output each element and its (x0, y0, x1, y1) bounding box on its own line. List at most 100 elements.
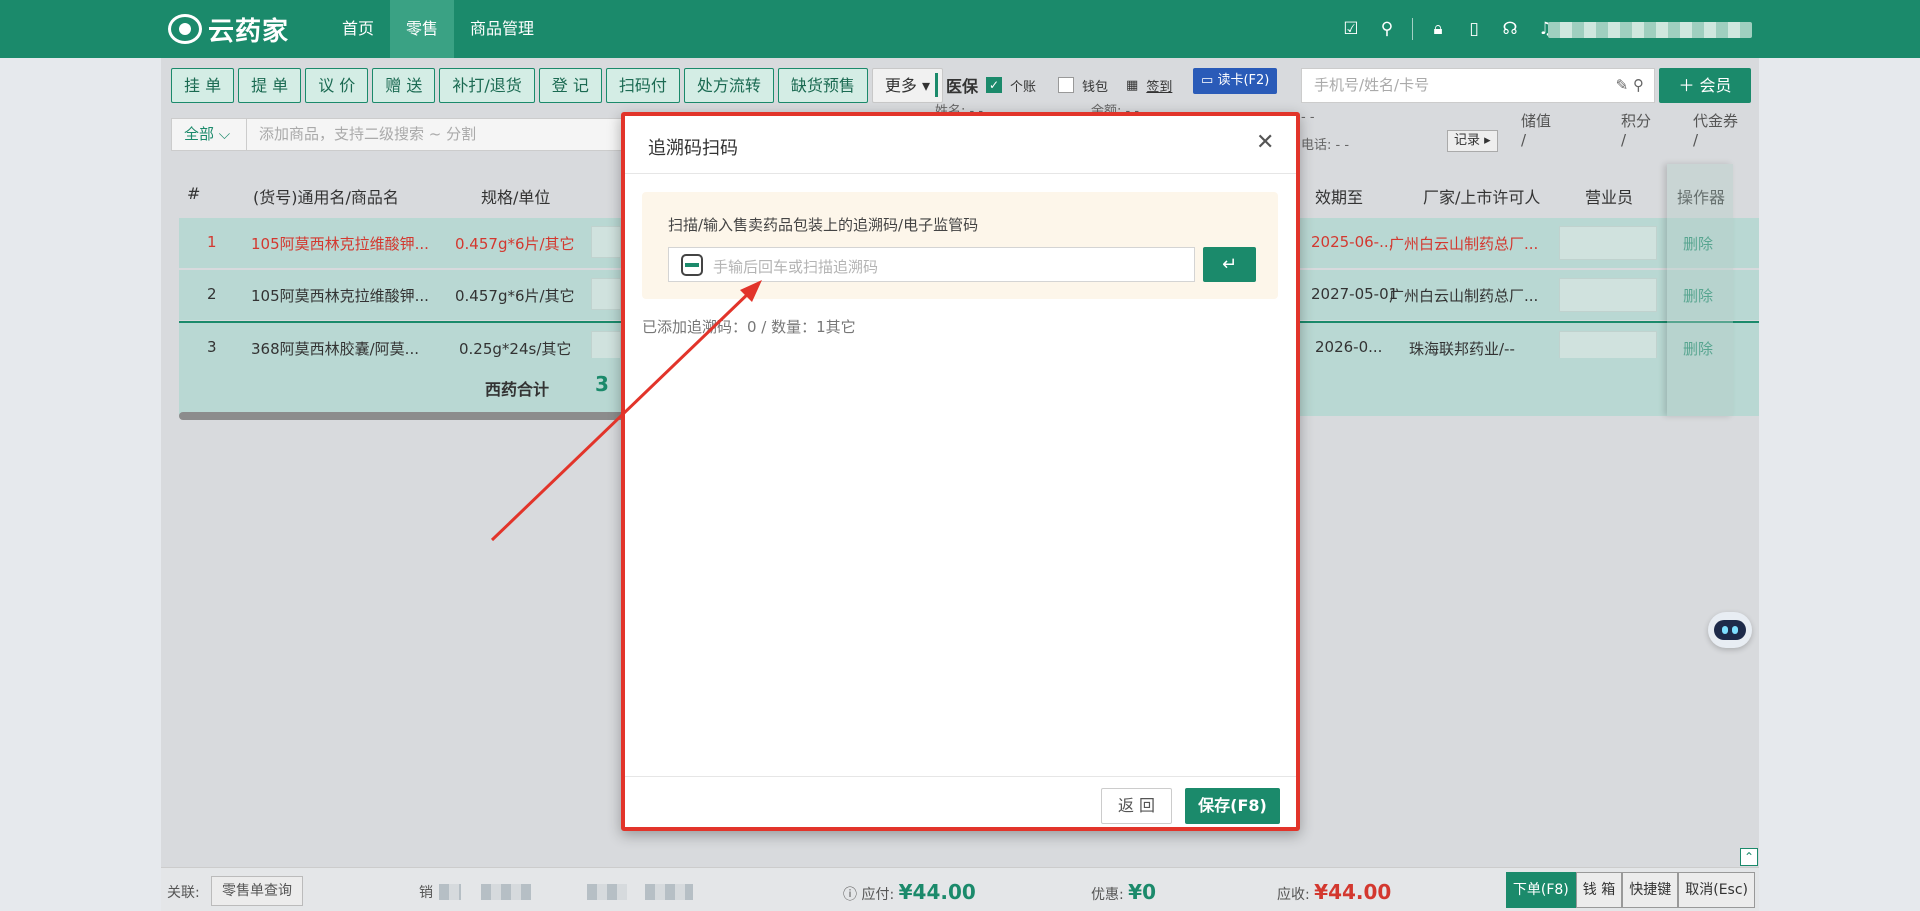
search-icon[interactable]: ⚲ (1376, 18, 1398, 40)
row-maker: 广州白云山制药总厂... (1389, 235, 1539, 253)
add-member-button[interactable]: ＋ 会员 (1659, 68, 1751, 103)
place-order-button[interactable]: 下单(F8) (1505, 872, 1576, 908)
wallet-checkbox[interactable] (1058, 77, 1075, 93)
col-no: # (187, 184, 201, 203)
record-label: 记录 (1454, 133, 1481, 148)
sign-in-link[interactable]: 签到 (1146, 76, 1172, 95)
receivable-label: 应收: (1277, 887, 1310, 903)
logo-icon (168, 14, 202, 44)
save-button[interactable]: 保存(F8) (1185, 788, 1280, 824)
prescription-transfer-button[interactable]: 处方流转 (683, 68, 774, 103)
user-info-blurred[interactable] (1548, 22, 1752, 38)
blurred-text (481, 884, 531, 900)
enter-button[interactable]: ↵ (1203, 247, 1256, 282)
row-spec: 0.457g*6片/其它 (455, 287, 575, 305)
member-search-input[interactable]: 手机号/姓名/卡号 ✎ ⚲ (1301, 68, 1655, 103)
summary-count: 3 (595, 372, 609, 396)
row-qty-field[interactable] (591, 226, 621, 258)
receivable-block: 应收: ¥44.00 (1277, 880, 1391, 904)
row-qty-field[interactable] (591, 278, 621, 310)
stored-value-value: / (1521, 131, 1527, 149)
headset-icon[interactable]: ☊ (1499, 18, 1521, 40)
id-card-icon: ▭ (1201, 73, 1214, 88)
plus-icon: ＋ (1678, 76, 1695, 95)
presale-button[interactable]: 缺货预售 (777, 68, 868, 103)
summary-label: 西药合计 (485, 380, 550, 399)
edit-search-icon[interactable]: ✎ ⚲ (1616, 69, 1644, 102)
app-logo[interactable]: 云药家 (168, 12, 289, 47)
medical-insurance-group: 医保 ✓ 个账 钱包 ▦ 签到 (935, 70, 1172, 100)
dialog-header: 追溯码扫码 ✕ (625, 116, 1296, 174)
wallet-label: 钱包 (1082, 79, 1109, 95)
col-spec: 规格/单位 (481, 188, 551, 207)
cancel-button[interactable]: 取消(Esc) (1678, 872, 1755, 908)
payable-block: ⓘ 应付: ¥44.00 (843, 880, 976, 904)
lock-icon[interactable]: 🔒︎ (1427, 18, 1449, 40)
discount-value: ¥0 (1128, 880, 1157, 904)
blurred-text (645, 884, 693, 900)
back-button[interactable]: 返 回 (1101, 788, 1172, 824)
checkbox-icon[interactable]: ☑ (1340, 18, 1362, 40)
checkout-actions: 下单(F8) 钱 箱 快捷键 取消(Esc) (1505, 872, 1755, 908)
trace-code-placeholder: 手输后回车或扫描追溯码 (713, 258, 879, 276)
add-member-label: 会员 (1699, 76, 1732, 95)
action-toolbar: 挂 单 提 单 议 价 赠 送 补打/退货 登 记 扫码付 处方流转 缺货预售 … (171, 68, 944, 103)
product-search-placeholder: 添加商品，支持二级搜索 ~ 分割 (259, 125, 477, 143)
category-select[interactable]: 全部 ⌵ (171, 118, 247, 151)
receivable-value: ¥44.00 (1314, 880, 1392, 904)
tablet-icon[interactable]: ▯ (1463, 18, 1485, 40)
more-label: 更多 (884, 76, 917, 95)
shortcut-button[interactable]: 快捷键 (1622, 872, 1679, 908)
member-search-placeholder: 手机号/姓名/卡号 (1314, 76, 1430, 94)
retrieve-order-button[interactable]: 提 单 (238, 68, 302, 103)
row-expiry: 2025-06-... (1311, 233, 1394, 251)
discount-block: 优惠: ¥0 (1091, 880, 1156, 904)
row-no: 1 (207, 233, 217, 251)
hold-order-button[interactable]: 挂 单 (171, 68, 235, 103)
trace-code-input[interactable]: 手输后回车或扫描追溯码 (668, 247, 1195, 282)
negotiate-price-button[interactable]: 议 价 (305, 68, 369, 103)
scan-hint-text: 扫描/输入售卖药品包装上的追溯码/电子监管码 (668, 216, 979, 234)
collapse-up-icon[interactable]: ⌃ (1740, 848, 1758, 866)
table-scrollbar[interactable] (179, 412, 659, 420)
operation-column-shadow (1667, 164, 1733, 416)
more-dropdown[interactable]: 更多 ▾ (871, 68, 944, 103)
dialog-title: 追溯码扫码 (648, 138, 738, 159)
points-value: / (1621, 131, 1627, 149)
product-filter-row: 全部 ⌵ 添加商品，支持二级搜索 ~ 分割 (171, 118, 627, 151)
nav-product-management[interactable]: 商品管理 (454, 0, 550, 58)
trace-code-scan-dialog: 追溯码扫码 ✕ 扫描/输入售卖药品包装上的追溯码/电子监管码 手输后回车或扫描追… (621, 112, 1300, 831)
top-navbar: 云药家 首页 零售 商品管理 ☑ ⚲ 🔒︎ ▯ ☊ ♫ (0, 0, 1920, 58)
reprint-return-button[interactable]: 补打/退货 (439, 68, 535, 103)
link-label: 关联: (167, 885, 200, 901)
register-button[interactable]: 登 记 (538, 68, 602, 103)
help-icon[interactable]: ⓘ (843, 887, 857, 903)
member-phone: 电话: - - (1301, 138, 1350, 153)
cash-drawer-button[interactable]: 钱 箱 (1575, 872, 1623, 908)
row-clerk-select[interactable] (1559, 278, 1657, 312)
retail-order-query-button[interactable]: 零售单查询 (211, 876, 303, 906)
coupon-label: 代金券 (1693, 112, 1739, 130)
gift-button[interactable]: 赠 送 (372, 68, 436, 103)
nav-retail[interactable]: 零售 (390, 0, 455, 58)
assistant-robot-button[interactable] (1708, 612, 1752, 648)
record-button[interactable]: 记录 ▸ (1447, 130, 1498, 152)
row-name: 368阿莫西林胶囊/阿莫... (251, 340, 419, 358)
sign-icon: ▦ (1126, 77, 1139, 93)
col-name: (货号)通用名/商品名 (253, 188, 399, 207)
row-name: 105阿莫西林克拉维酸钾... (251, 235, 429, 253)
nav-home[interactable]: 首页 (326, 0, 390, 58)
member-dash: - - (1301, 110, 1315, 125)
read-card-label: 读卡(F2) (1217, 73, 1270, 88)
row-clerk-select[interactable] (1559, 226, 1657, 260)
scan-pay-button[interactable]: 扫码付 (605, 68, 680, 103)
blurred-text (439, 884, 461, 900)
product-search-input[interactable]: 添加商品，支持二级搜索 ~ 分割 (247, 118, 627, 151)
medical-insurance-title: 医保 (935, 73, 978, 97)
personal-account-checkbox[interactable]: ✓ (986, 77, 1003, 93)
sales-label: 销 (419, 885, 433, 901)
close-icon[interactable]: ✕ (1256, 132, 1274, 154)
row-expiry: 2026-0... (1315, 338, 1383, 356)
discount-label: 优惠: (1091, 887, 1124, 903)
read-card-button[interactable]: ▭ 读卡(F2) (1193, 68, 1278, 94)
